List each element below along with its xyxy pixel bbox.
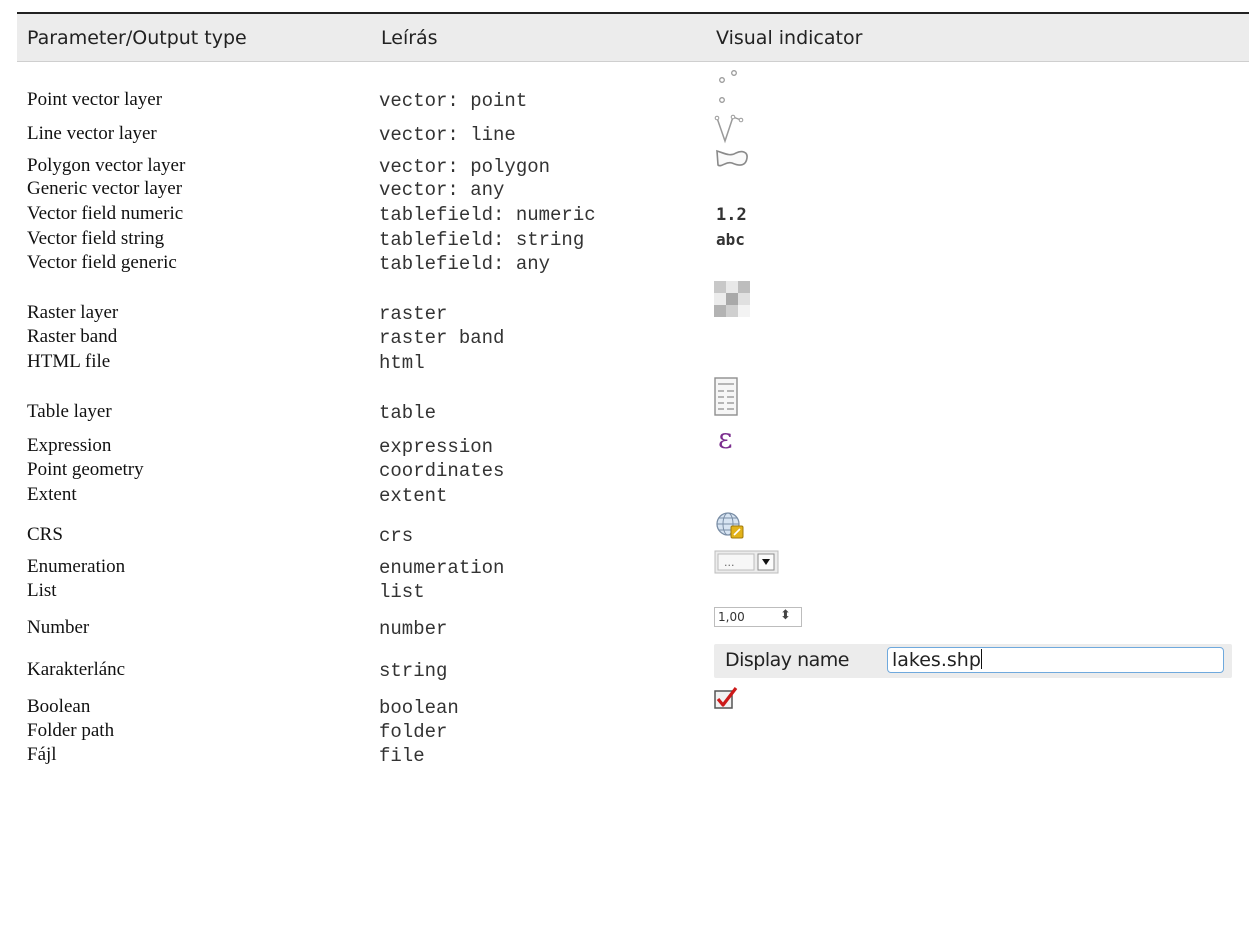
parameter-type-label: Extent [27, 484, 77, 505]
table-row: Extent extent [17, 484, 1249, 509]
display-name-value: lakes.shp [892, 649, 981, 671]
parameter-description: extent [379, 485, 448, 507]
parameter-description: html [379, 352, 425, 374]
parameter-type-label: Raster band [27, 326, 118, 347]
parameter-table: Parameter/Output type Leírás Visual indi… [17, 12, 1249, 769]
parameter-description: crs [379, 525, 414, 547]
table-row: Number number 1,00 ⬍ [17, 605, 1249, 642]
parameter-description: vector: polygon [379, 156, 551, 178]
parameter-type-label: Fájl [27, 744, 57, 765]
parameter-type-label: List [27, 580, 57, 601]
parameter-description: vector: point [379, 90, 528, 112]
display-name-field: Display name lakes.shp [714, 644, 1232, 678]
raster-icon [714, 281, 750, 322]
parameter-type-label: Line vector layer [27, 123, 157, 144]
parameter-description: raster band [379, 327, 505, 349]
parameter-type-label: Polygon vector layer [27, 155, 186, 176]
parameter-type-label: Vector field numeric [27, 203, 184, 224]
expression-icon: ε [718, 422, 733, 455]
parameter-type-label: Vector field string [27, 228, 165, 249]
parameter-type-label: Expression [27, 435, 112, 456]
parameter-description: folder [379, 721, 448, 743]
header-description: Leírás [381, 27, 438, 49]
table-row: Expression expression ε [17, 422, 1249, 460]
table-row: CRS crs [17, 509, 1249, 549]
parameter-type-label: Generic vector layer [27, 178, 183, 199]
table-row: Karakterlánc string Display name lakes.s… [17, 642, 1249, 684]
table-row: HTML file html [17, 351, 1249, 376]
display-name-label: Display name [725, 649, 849, 671]
parameter-type-label: Point vector layer [27, 89, 163, 110]
string-field-indicator: abc [716, 230, 745, 249]
parameter-description: expression [379, 436, 494, 458]
parameter-type-label: Number [27, 617, 90, 638]
parameter-description: number [379, 618, 448, 640]
parameter-description: enumeration [379, 557, 505, 579]
table-row: Folder path folder [17, 720, 1249, 745]
parameter-description: tablefield: any [379, 253, 551, 275]
parameter-type-label: Karakterlánc [27, 659, 126, 680]
parameter-description: list [379, 581, 425, 603]
table-row: Polygon vector layer vector: polygon [17, 148, 1249, 180]
parameter-description: vector: any [379, 179, 505, 201]
parameter-type-label: Raster layer [27, 302, 119, 323]
table-row: Point vector layer vector: point [17, 62, 1249, 114]
table-row: Fájl file [17, 744, 1249, 769]
table-row: Vector field string tablefield: string a… [17, 228, 1249, 253]
parameter-description: string [379, 660, 448, 682]
parameter-type-label: CRS [27, 524, 63, 545]
table-row: Point geometry coordinates [17, 459, 1249, 484]
parameter-description: vector: line [379, 124, 516, 146]
text-caret [980, 649, 982, 669]
table-row: List list [17, 580, 1249, 605]
parameter-type-label: Vector field generic [27, 252, 177, 273]
header-parameter-type: Parameter/Output type [27, 27, 247, 49]
number-spinbox: 1,00 ⬍ [714, 607, 804, 629]
table-row: Line vector layer vector: line [17, 114, 1249, 148]
spinbox-value: 1,00 [718, 610, 745, 624]
parameter-type-label: Point geometry [27, 459, 144, 480]
table-row: Enumeration enumeration ... [17, 549, 1249, 581]
parameter-type-label: Folder path [27, 720, 115, 741]
parameter-type-label: Table layer [27, 401, 112, 422]
parameter-type-label: Boolean [27, 696, 91, 717]
enumeration-combobox-icon: ... [714, 549, 780, 580]
crs-globe-icon [714, 511, 748, 546]
parameter-description: file [379, 745, 425, 767]
polygon-vector-icon [714, 148, 750, 179]
line-vector-icon [714, 114, 750, 151]
parameter-type-label: HTML file [27, 351, 111, 372]
parameter-description: coordinates [379, 460, 505, 482]
table-row: Boolean boolean [17, 684, 1249, 721]
parameter-description: boolean [379, 697, 459, 719]
table-icon [714, 377, 740, 422]
table-header: Parameter/Output type Leírás Visual indi… [17, 14, 1249, 62]
parameter-type-label: Enumeration [27, 556, 126, 577]
numeric-field-indicator: 1.2 [716, 205, 747, 225]
table-row: Table layer table [17, 376, 1249, 426]
table-row: Vector field numeric tablefield: numeric… [17, 203, 1249, 228]
table-row: Vector field generic tablefield: any [17, 252, 1249, 277]
svg-text:...: ... [724, 556, 735, 569]
point-vector-icon [714, 67, 750, 112]
table-row: Raster layer raster [17, 277, 1249, 327]
spinbox-arrows-icon: ⬍ [780, 608, 791, 623]
table-row: Generic vector layer vector: any [17, 178, 1249, 203]
parameter-description: tablefield: numeric [379, 204, 596, 226]
parameter-description: tablefield: string [379, 229, 585, 251]
header-visual-indicator: Visual indicator [716, 27, 863, 49]
checkbox-checked-icon [714, 686, 740, 715]
parameter-description: raster [379, 303, 448, 325]
display-name-input: lakes.shp [887, 647, 1224, 673]
table-row: Raster band raster band [17, 326, 1249, 351]
parameter-description: table [379, 402, 437, 424]
